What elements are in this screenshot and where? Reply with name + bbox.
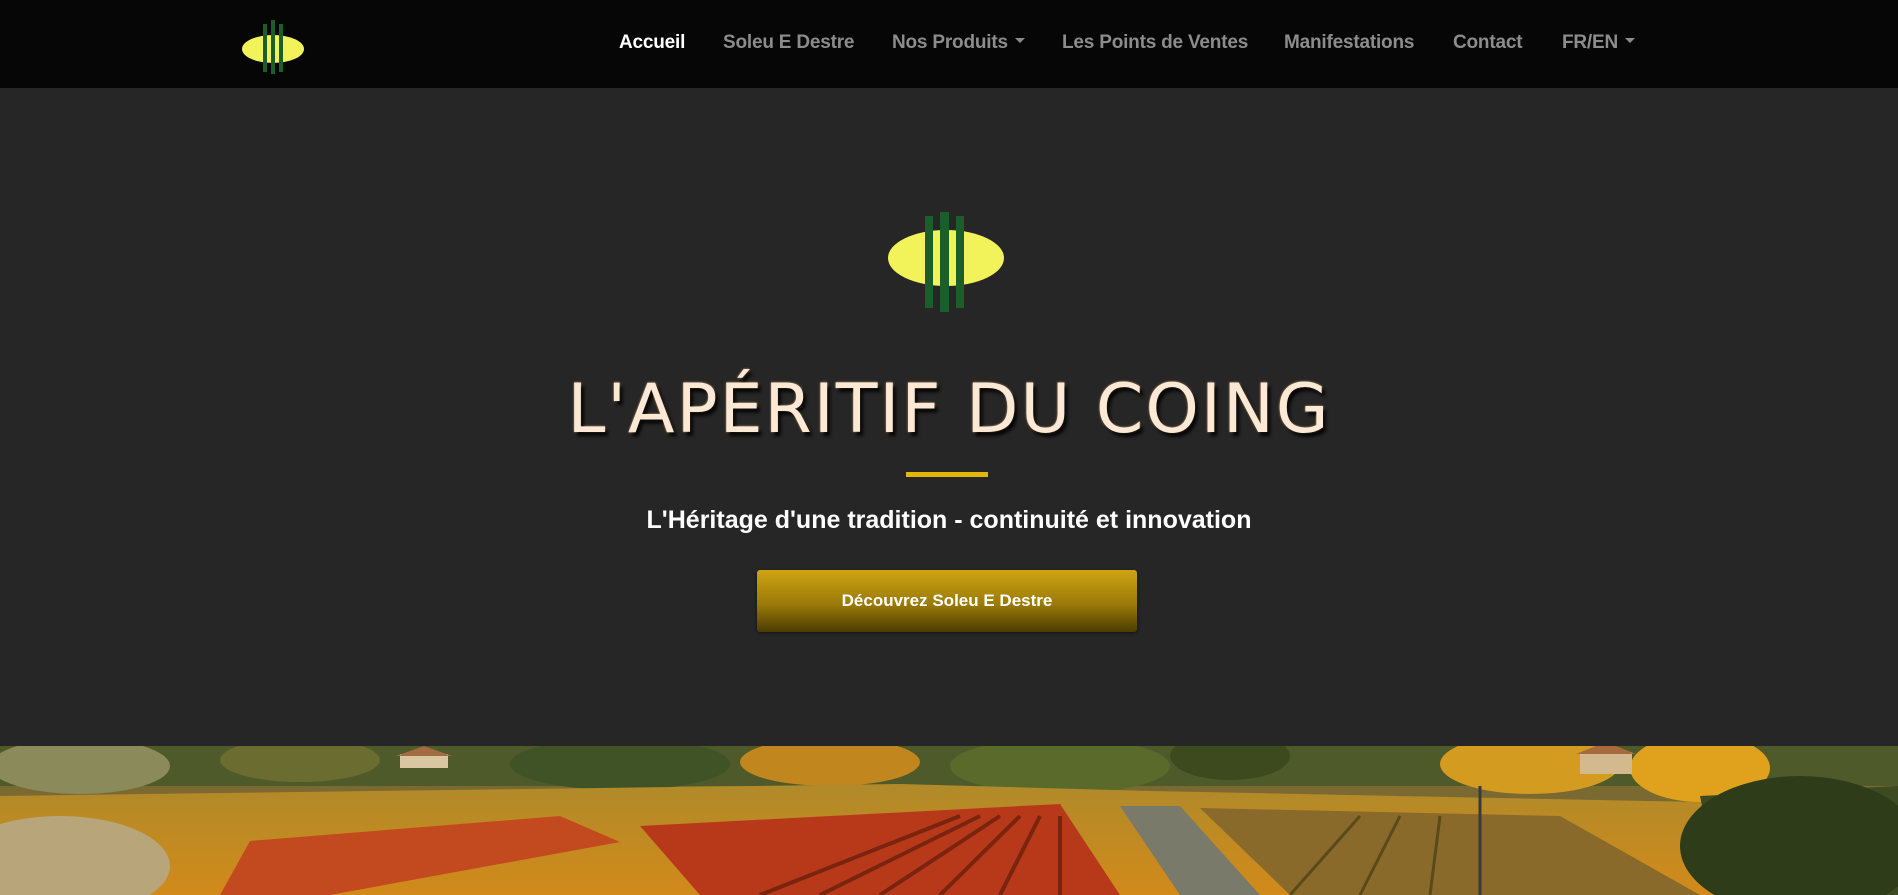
nav-item-label: Accueil: [619, 32, 686, 53]
nav-item-points-de-ventes[interactable]: Les Points de Ventes: [1062, 32, 1248, 54]
caret-down-icon: [1625, 38, 1636, 44]
vineyard-landscape-image: [0, 746, 1898, 895]
nav-item-contact[interactable]: Contact: [1453, 32, 1523, 54]
discover-button[interactable]: Découvrez Soleu E Destre: [757, 570, 1137, 632]
nav-item-label: Manifestations: [1284, 32, 1415, 53]
nav-item-label: Soleu E Destre: [723, 32, 855, 53]
hero-divider: [906, 472, 988, 477]
navbar: Accueil Soleu E Destre Nos Produits Les …: [0, 0, 1898, 88]
hero-section: L'APÉRITIF DU COING L'Héritage d'une tra…: [0, 88, 1898, 746]
nav-item-label: Les Points de Ventes: [1062, 32, 1249, 53]
nav-item-label: Nos Produits: [892, 32, 1008, 53]
nav-item-accueil[interactable]: Accueil: [619, 32, 685, 54]
brand-logo-icon[interactable]: [240, 20, 306, 74]
nav-item-manifestations[interactable]: Manifestations: [1284, 32, 1414, 54]
caret-down-icon: [1014, 38, 1025, 44]
nav-item-soleu-e-destre[interactable]: Soleu E Destre: [723, 32, 855, 54]
discover-button-label: Découvrez Soleu E Destre: [841, 591, 1053, 610]
quince-logo-icon: [885, 212, 1007, 312]
nav-item-label: Contact: [1453, 32, 1523, 53]
nav-item-nos-produits[interactable]: Nos Produits: [892, 32, 1025, 54]
hero-subtitle: L'Héritage d'une tradition - continuité …: [646, 506, 1252, 534]
nav-item-language[interactable]: FR/EN: [1562, 32, 1636, 54]
nav-item-label: FR/EN: [1562, 32, 1619, 53]
hero-title: L'APÉRITIF DU COING: [567, 370, 1331, 449]
